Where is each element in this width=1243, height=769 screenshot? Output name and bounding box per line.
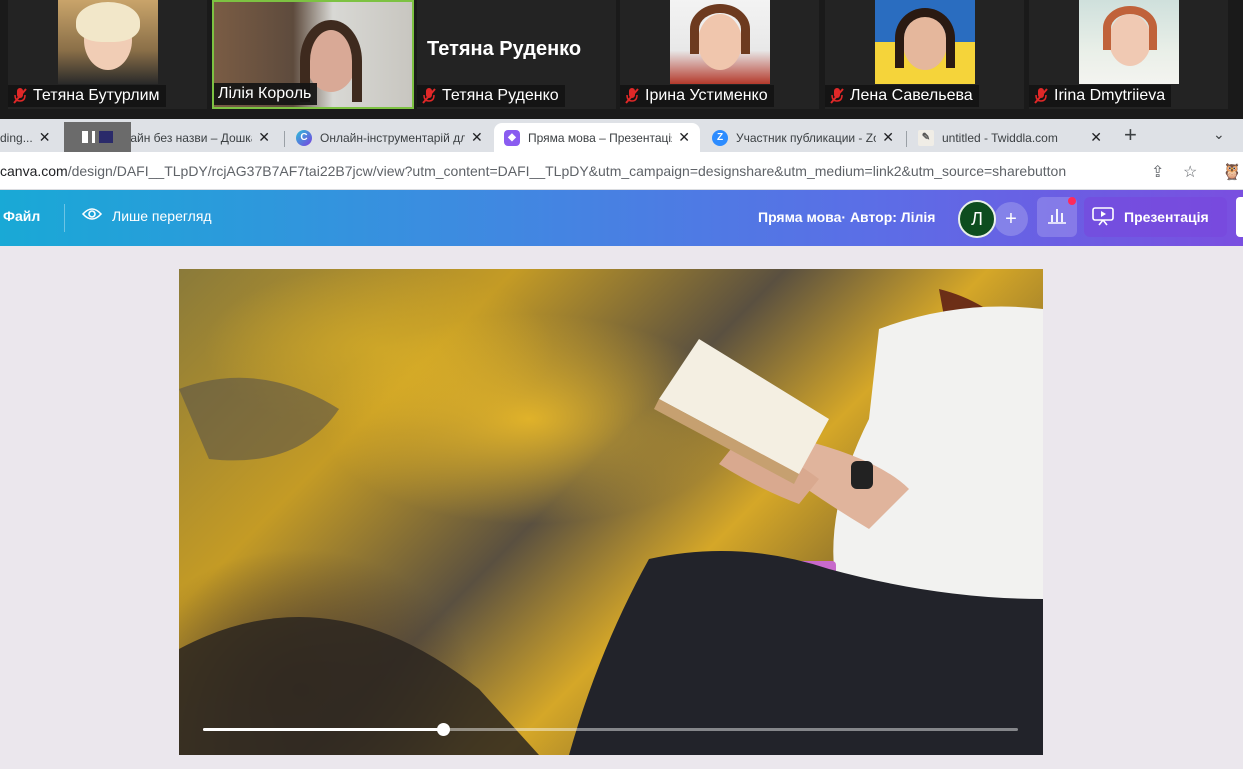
eye-icon	[81, 207, 103, 224]
close-tab-icon[interactable]: ✕	[1090, 129, 1102, 146]
tab-title: Дизайн без назви – Дошка	[110, 130, 253, 145]
tab-title: untitled - Twiddla.com	[942, 130, 1058, 145]
document-title: Пряма мова· Автор: Лілія	[758, 209, 935, 225]
zoom-participant-strip: Тетяна Бутурлим Лілія Король Тетяна Руде…	[0, 0, 1243, 119]
bar-chart-icon	[1047, 206, 1067, 229]
close-tab-icon[interactable]: ✕	[882, 129, 894, 146]
twiddla-icon: ✎	[918, 129, 934, 146]
participant-name: Тетяна Бутурлим	[33, 87, 160, 104]
participant-tile[interactable]: Лена Савельева	[825, 0, 1024, 109]
browser-tab[interactable]: ✎ untitled - Twiddla.com ✕	[908, 123, 1112, 152]
header-divider	[64, 204, 65, 232]
browser-tab[interactable]: Z Участник публикации - Zo ✕	[702, 123, 904, 152]
document-title-text: Пряма мова	[758, 209, 842, 225]
close-tab-icon[interactable]: ✕	[258, 129, 270, 146]
participant-name-bar: Тетяна Бутурлим	[8, 85, 166, 107]
view-only-label: Лише перегляд	[112, 207, 212, 224]
url-host: canva.com	[0, 163, 68, 179]
participant-name: Лілія Король	[218, 85, 312, 102]
close-tab-icon[interactable]: ✕	[39, 129, 51, 146]
slide-video[interactable]	[179, 269, 1043, 755]
participant-tile[interactable]: Тетяна Бутурлим	[8, 0, 207, 109]
reading-woman-illustration	[179, 289, 1043, 755]
participant-name-bar: Ірина Устименко	[620, 85, 774, 107]
participant-name-bar: Лілія Король	[214, 83, 318, 105]
share-icon[interactable]: ⇪	[1151, 162, 1164, 182]
address-bar[interactable]: canva.com/design/DAFI__TLpDY/rcjAG37B7AF…	[0, 152, 1243, 190]
mic-muted-icon	[421, 87, 437, 105]
browser-tab-active[interactable]: ◆ Пряма мова – Презентація ✕	[494, 123, 700, 152]
tab-title: Онлайн-інструментарій для	[320, 130, 465, 145]
tab-title: Участник публикации - Zo	[736, 130, 877, 145]
add-collaborator-button[interactable]: +	[994, 202, 1028, 236]
participant-name: Лена Савельева	[850, 87, 973, 104]
browser-tab-bar: ding... ✕ Дизайн без назви – Дошка ✕ C О…	[0, 119, 1243, 152]
tab-title: ding...	[0, 130, 33, 145]
close-tab-icon[interactable]: ✕	[678, 129, 690, 146]
present-label: Презентація	[1124, 209, 1209, 225]
present-icon	[1092, 206, 1114, 229]
participant-video	[669, 0, 770, 84]
participant-tile-active[interactable]: Лілія Король	[212, 0, 414, 109]
participant-video	[1078, 0, 1179, 84]
screen-share-indicator[interactable]	[64, 122, 131, 152]
mic-muted-icon	[624, 87, 640, 105]
participant-tile[interactable]: Ірина Устименко	[620, 0, 819, 109]
participant-name: Ірина Устименко	[645, 87, 768, 104]
mic-muted-icon	[1033, 87, 1049, 105]
participant-display-name: Тетяна Руденко	[427, 38, 582, 60]
mic-muted-icon	[829, 87, 845, 105]
tab-search-chevron-icon[interactable]: ⌄	[1213, 126, 1225, 143]
participant-video	[874, 0, 975, 84]
participant-video	[57, 0, 158, 84]
close-tab-icon[interactable]: ✕	[471, 129, 483, 146]
participant-name-bar: Irina Dmytriieva	[1029, 85, 1172, 107]
participant-tile[interactable]: Irina Dmytriieva	[1029, 0, 1228, 109]
tab-title: Пряма мова – Презентація	[528, 130, 673, 145]
user-avatar[interactable]: Л	[958, 200, 996, 238]
notification-dot	[1068, 197, 1076, 205]
view-only-indicator[interactable]: Лише перегляд	[81, 207, 212, 224]
participant-tile[interactable]: Тетяна Руденко Тетяна Руденко	[417, 0, 616, 109]
present-button[interactable]: Презентація	[1084, 197, 1227, 237]
new-tab-button[interactable]: +	[1124, 122, 1137, 148]
browser-tab[interactable]: C Онлайн-інструментарій для ✕	[286, 123, 494, 152]
canva-present-icon: ◆	[504, 129, 520, 146]
document-author: · Автор: Лілія	[841, 209, 936, 225]
zoom-icon: Z	[712, 129, 728, 146]
participant-name: Irina Dmytriieva	[1054, 87, 1166, 104]
mic-muted-icon	[12, 87, 28, 105]
video-progress-bar[interactable]	[203, 723, 1018, 736]
video-progress-fill	[203, 728, 444, 731]
file-menu-button[interactable]: Файл	[3, 208, 40, 224]
canva-c-icon: C	[296, 129, 312, 146]
share-button-edge[interactable]	[1236, 197, 1243, 237]
tab-separator	[906, 131, 907, 147]
participant-name-bar: Тетяна Руденко	[417, 85, 565, 107]
bookmark-star-icon[interactable]: ☆	[1183, 162, 1197, 182]
participant-name-bar: Лена Савельева	[825, 85, 979, 107]
extension-owl-icon[interactable]: 🦉	[1222, 162, 1242, 182]
browser-tab[interactable]: ding... ✕	[0, 123, 64, 152]
url-path: /design/DAFI__TLpDY/rcjAG37B7AF7tai22B7j…	[67, 163, 1067, 179]
url-text[interactable]: canva.com/design/DAFI__TLpDY/rcjAG37B7AF…	[0, 163, 1066, 179]
tab-separator	[284, 131, 285, 147]
participant-name: Тетяна Руденко	[442, 87, 559, 104]
